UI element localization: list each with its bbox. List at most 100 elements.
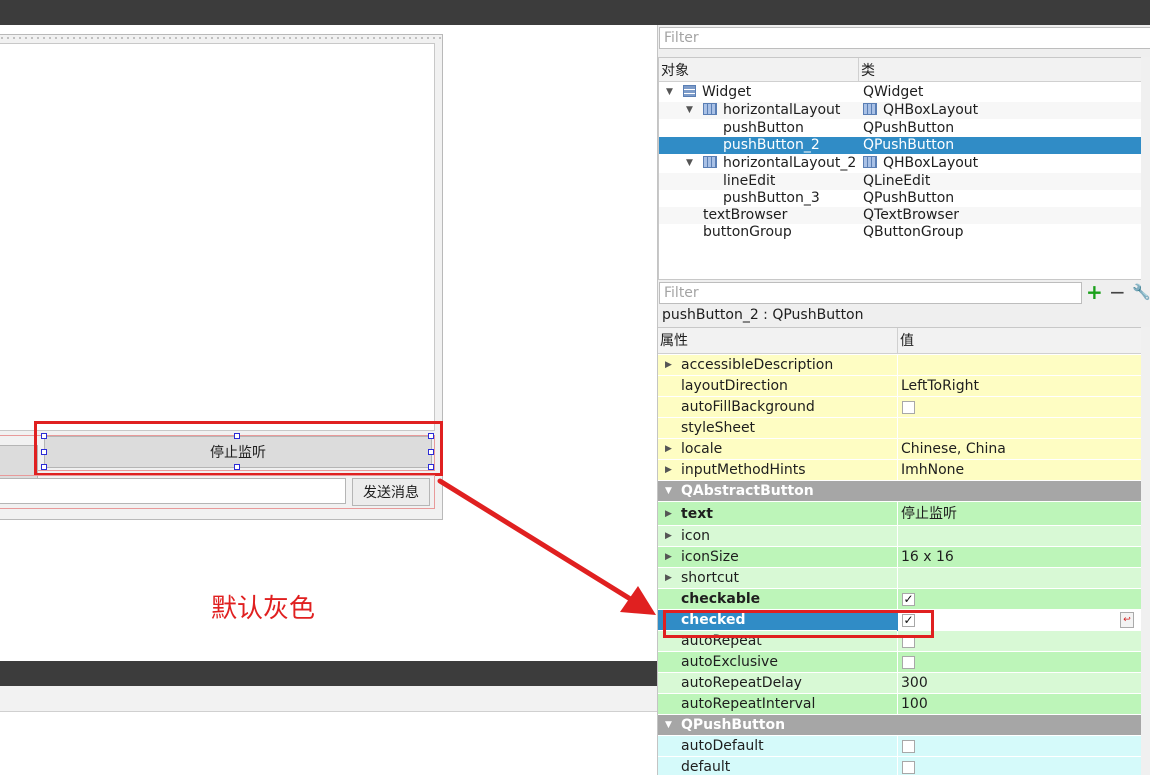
reset-property-icon[interactable]: ↩ xyxy=(1120,612,1134,628)
wrench-icon[interactable]: 🔧 xyxy=(1132,283,1150,301)
property-row[interactable]: layoutDirection LeftToRight xyxy=(658,376,1142,397)
tree-scrollbar[interactable] xyxy=(1141,57,1150,280)
tree-row[interactable]: buttonGroup QButtonGroup xyxy=(659,224,1141,241)
object-name: textBrowser xyxy=(703,207,788,223)
expand-arrow-icon[interactable]: ▶ xyxy=(665,460,672,481)
object-class: QHBoxLayout xyxy=(863,155,978,172)
object-class: QLineEdit xyxy=(863,173,931,189)
highlight-box-checked xyxy=(663,610,934,638)
object-class: QButtonGroup xyxy=(863,224,964,240)
property-row[interactable]: autoFillBackground xyxy=(658,397,1142,418)
tree-row[interactable]: lineEdit QLineEdit xyxy=(659,173,1141,190)
property-row[interactable]: ▶ icon xyxy=(658,526,1142,547)
property-object-label: pushButton_2 : QPushButton xyxy=(662,307,864,323)
layout-icon xyxy=(703,156,717,168)
expand-arrow-icon[interactable]: ▶ xyxy=(665,502,672,526)
tree-row[interactable]: ▼ Widget QWidget xyxy=(659,84,1141,101)
collapse-arrow-icon[interactable]: ▼ xyxy=(665,715,672,736)
property-row[interactable]: ▶ iconSize 16 x 16 xyxy=(658,547,1142,568)
property-row[interactable]: ▶ text 停止监听 xyxy=(658,502,1142,526)
form-grid-dots xyxy=(0,35,442,41)
expand-arrow-icon[interactable]: ▼ xyxy=(666,84,673,101)
property-row[interactable]: default xyxy=(658,757,1142,775)
auto-default-checkbox[interactable] xyxy=(902,740,915,753)
property-group-header[interactable]: ▼ QPushButton xyxy=(658,715,1142,736)
auto-fill-background-checkbox[interactable] xyxy=(902,401,915,414)
property-row[interactable]: checkable ✓ xyxy=(658,589,1142,610)
default-checkbox[interactable] xyxy=(902,761,915,774)
expand-arrow-icon[interactable]: ▶ xyxy=(665,568,672,589)
send-message-button[interactable]: 发送消息 xyxy=(352,478,430,506)
remove-property-icon[interactable]: − xyxy=(1109,282,1126,302)
object-name: horizontalLayout xyxy=(703,102,840,119)
layout-icon xyxy=(863,156,877,168)
object-name: Widget xyxy=(683,84,751,101)
property-header: 属性 值 xyxy=(658,328,1142,354)
expand-arrow-icon[interactable]: ▼ xyxy=(686,155,693,172)
property-row[interactable]: autoExclusive xyxy=(658,652,1142,673)
expand-arrow-icon[interactable]: ▶ xyxy=(665,355,672,376)
expand-arrow-icon[interactable]: ▼ xyxy=(686,102,693,119)
tree-row[interactable]: textBrowser QTextBrowser xyxy=(659,207,1141,224)
designer-canvas: 停止监听 发送消息 默认灰色 xyxy=(0,25,657,661)
property-row[interactable]: autoDefault xyxy=(658,736,1142,757)
header-object[interactable]: 对象 xyxy=(659,58,859,82)
collapse-arrow-icon[interactable]: ▼ xyxy=(665,481,672,502)
object-name: pushButton_3 xyxy=(723,190,820,206)
object-filter-input[interactable]: Filter xyxy=(659,27,1150,49)
property-row[interactable]: ▶ shortcut xyxy=(658,568,1142,589)
bottom-panel-toolbar xyxy=(0,686,657,712)
tree-row[interactable]: ▼ horizontalLayout_2 QHBoxLayout xyxy=(659,155,1141,172)
object-class: QPushButton xyxy=(863,137,955,153)
top-titlebar xyxy=(0,0,1150,25)
property-row[interactable]: styleSheet xyxy=(658,418,1142,439)
tree-header: 对象 类 xyxy=(659,58,1141,82)
property-row[interactable]: ▶ locale Chinese, China xyxy=(658,439,1142,460)
dock-title-bar xyxy=(0,661,657,686)
header-value[interactable]: 值 xyxy=(898,328,914,354)
object-name: buttonGroup xyxy=(703,224,792,240)
tree-row-selected[interactable]: pushButton_2 QPushButton xyxy=(659,137,1141,154)
annotation-text: 默认灰色 xyxy=(211,594,316,624)
object-class: QHBoxLayout xyxy=(863,102,978,119)
layout-icon xyxy=(703,103,717,115)
header-property[interactable]: 属性 xyxy=(658,328,898,354)
object-name: horizontalLayout_2 xyxy=(703,155,856,172)
expand-arrow-icon[interactable]: ▶ xyxy=(665,526,672,547)
property-row[interactable]: autoRepeatDelay 300 xyxy=(658,673,1142,694)
property-row[interactable]: ▶ inputMethodHints ImhNone xyxy=(658,460,1142,481)
widget-icon xyxy=(683,85,696,97)
line-edit[interactable] xyxy=(0,478,346,504)
expand-arrow-icon[interactable]: ▶ xyxy=(665,547,672,568)
checkable-checkbox[interactable]: ✓ xyxy=(902,593,915,606)
text-browser[interactable] xyxy=(0,43,435,431)
property-row[interactable]: autoRepeatInterval 100 xyxy=(658,694,1142,715)
object-class: QPushButton xyxy=(863,120,955,136)
object-class: QWidget xyxy=(863,84,924,100)
property-scrollbar[interactable] xyxy=(1141,327,1150,775)
expand-arrow-icon[interactable]: ▶ xyxy=(665,439,672,460)
layout-icon xyxy=(863,103,877,115)
property-editor[interactable]: 属性 值 ▶ accessibleDescription layoutDirec… xyxy=(658,327,1142,775)
tree-row[interactable]: ▼ horizontalLayout QHBoxLayout xyxy=(659,102,1141,119)
property-filter-input[interactable]: Filter xyxy=(659,282,1082,304)
right-dock: Filter 对象 类 ▼ Widget QWidget ▼ horizonta… xyxy=(657,25,1150,775)
object-inspector-tree[interactable]: 对象 类 ▼ Widget QWidget ▼ horizontalLayout… xyxy=(658,57,1142,280)
bottom-panel xyxy=(0,686,657,775)
highlight-box-button xyxy=(34,421,443,476)
object-name: pushButton xyxy=(723,120,804,136)
object-name: pushButton_2 xyxy=(723,137,820,153)
tree-row[interactable]: pushButton QPushButton xyxy=(659,120,1141,137)
property-row[interactable]: ▶ accessibleDescription xyxy=(658,355,1142,376)
add-property-icon[interactable]: + xyxy=(1086,282,1103,302)
object-class: QPushButton xyxy=(863,190,955,206)
tree-row[interactable]: pushButton_3 QPushButton xyxy=(659,190,1141,207)
checked-value-cell[interactable] xyxy=(898,610,1142,631)
object-name: lineEdit xyxy=(723,173,776,189)
property-group-header[interactable]: ▼ QAbstractButton xyxy=(658,481,1142,502)
send-message-label: 发送消息 xyxy=(363,485,419,501)
header-class[interactable]: 类 xyxy=(859,58,875,82)
object-class: QTextBrowser xyxy=(863,207,960,223)
push-button[interactable] xyxy=(0,445,38,479)
auto-exclusive-checkbox[interactable] xyxy=(902,656,915,669)
